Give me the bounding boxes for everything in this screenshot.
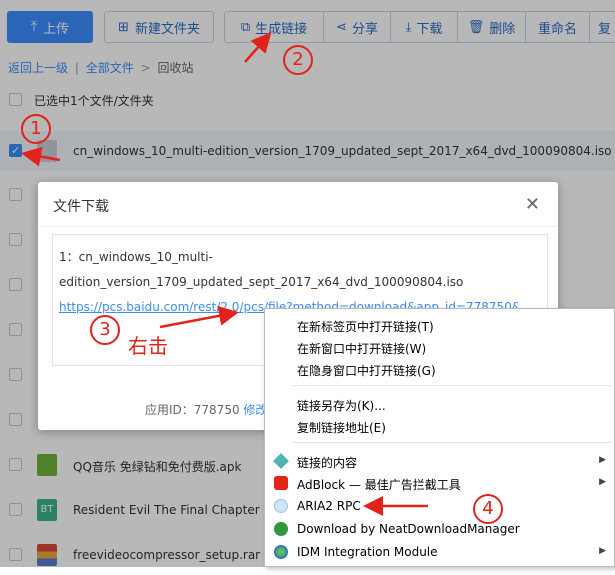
annotation-arrows: [21, 32, 428, 516]
arrow-to-checkbox: [21, 146, 61, 167]
arrow-to-generate-link: [244, 32, 272, 63]
arrow-to-download-link: [159, 305, 239, 329]
